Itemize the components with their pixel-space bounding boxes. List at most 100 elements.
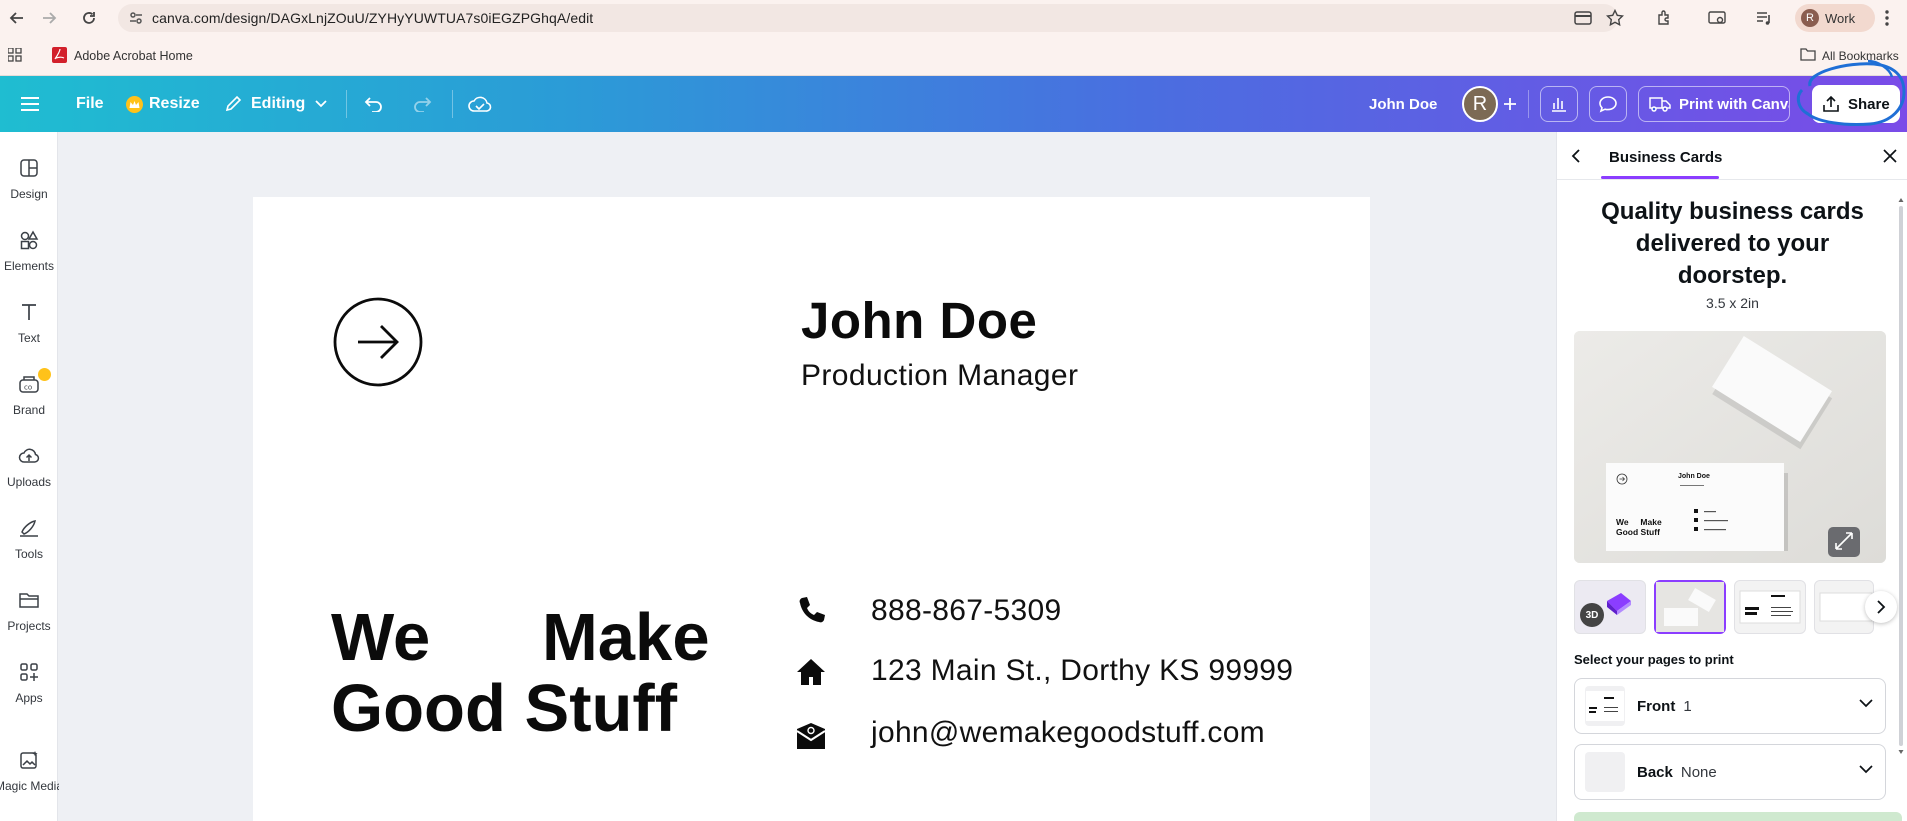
reload-icon[interactable] <box>78 7 100 29</box>
sidebar-label: Uploads <box>6 475 52 489</box>
url-text[interactable]: canva.com/design/DAGxLnjZOuU/ZYHyYUWTUA7… <box>152 10 593 26</box>
phone-icon[interactable] <box>795 595 827 627</box>
thumbnail-mockup[interactable] <box>1654 580 1726 634</box>
card-size: 3.5 x 2in <box>1706 295 1759 311</box>
sidebar-label: Tools <box>14 547 43 561</box>
bookmark-acrobat[interactable]: Adobe Acrobat Home <box>74 49 193 63</box>
extensions-icon[interactable] <box>1656 9 1674 27</box>
chevron-down-icon <box>315 100 327 108</box>
close-icon[interactable] <box>1883 149 1897 163</box>
site-settings-icon[interactable] <box>128 10 144 26</box>
bookmarks-bar: Adobe Acrobat Home All Bookmarks <box>0 36 1907 76</box>
page-value-back: None <box>1680 763 1717 781</box>
sidebar-item-text[interactable]: Text <box>0 300 58 364</box>
profile-avatar: R <box>1801 9 1819 27</box>
back-icon[interactable] <box>6 7 28 29</box>
sidebar-item-elements[interactable]: Elements <box>0 228 58 292</box>
sidebar-item-apps[interactable]: Apps <box>0 660 58 724</box>
sidebar-item-brand[interactable]: co Brand <box>0 368 58 436</box>
sidebar-item-uploads[interactable]: Uploads <box>0 444 58 508</box>
thumbnail-front[interactable] <box>1734 580 1806 634</box>
sidebar-item-design[interactable]: Design <box>0 156 58 220</box>
redo-icon[interactable] <box>412 76 432 132</box>
cloud-saved-icon[interactable] <box>468 76 492 132</box>
design-icon <box>17 156 41 180</box>
mock-card-name: John Doe <box>1678 473 1710 480</box>
card-slogan-line2[interactable]: Good Stuff <box>331 675 677 742</box>
forward-icon[interactable] <box>38 7 60 29</box>
circle-arrow-icon[interactable] <box>333 297 423 387</box>
design-title[interactable]: John Doe <box>1369 76 1437 132</box>
crown-icon <box>126 95 143 113</box>
avatar[interactable]: R <box>1462 86 1498 122</box>
sidebar-label: Brand <box>12 403 46 417</box>
add-collaborator-icon[interactable] <box>1502 76 1518 132</box>
browser-toolbar: canva.com/design/DAGxLnjZOuU/ZYHyYUWTUA7… <box>0 0 1907 36</box>
file-menu[interactable]: File <box>76 76 104 132</box>
acrobat-icon <box>52 47 67 63</box>
editing-label: Editing <box>251 95 306 112</box>
promo-line-2: delivered to your <box>1635 230 1830 257</box>
premium-badge <box>38 368 51 381</box>
print-label: Print with Canva <box>1679 95 1790 113</box>
card-address[interactable]: 123 Main St., Dorthy KS 99999 <box>871 654 1293 688</box>
toolbar-divider <box>346 90 347 118</box>
page-select-back[interactable]: Back None <box>1574 744 1886 800</box>
share-button[interactable]: Share <box>1812 85 1900 123</box>
mock-card-slogan-2: Good Stuff <box>1616 527 1660 537</box>
thumbnail-3d[interactable]: 3D <box>1574 580 1646 634</box>
truck-icon <box>1649 96 1671 112</box>
pencil-icon <box>224 95 242 113</box>
address-bar[interactable]: canva.com/design/DAGxLnjZOuU/ZYHyYUWTUA7… <box>118 4 1618 32</box>
thumbnails-next-button[interactable] <box>1865 591 1897 623</box>
toolbar-divider <box>1528 90 1529 118</box>
all-bookmarks[interactable]: All Bookmarks <box>1822 49 1899 63</box>
text-icon <box>17 300 41 324</box>
resize-button[interactable]: Resize <box>126 76 200 132</box>
front-page-thumbnail <box>1585 686 1625 726</box>
tab-business-cards[interactable]: Business Cards <box>1609 149 1722 166</box>
card-email[interactable]: john@wemakegoodstuff.com <box>871 716 1265 750</box>
sidebar-label: Magic Media <box>0 779 64 793</box>
main-menu-icon[interactable] <box>20 76 40 132</box>
cast-icon[interactable] <box>1707 9 1727 27</box>
sidebar-label: Text <box>17 331 40 345</box>
sidebar-item-tools[interactable]: Tools <box>0 516 58 580</box>
page-value-front: 1 <box>1683 697 1692 715</box>
card-name[interactable]: John Doe <box>801 291 1037 350</box>
card-phone[interactable]: 888-867-5309 <box>871 594 1061 628</box>
sidebar-item-projects[interactable]: Projects <box>0 588 58 652</box>
sidebar-item-magic-media[interactable]: Magic Media <box>0 748 63 812</box>
share-upload-icon <box>1822 95 1840 113</box>
apps-grid-icon[interactable] <box>8 48 22 62</box>
editing-mode-dropdown[interactable]: Editing <box>224 76 327 132</box>
card-payment-icon[interactable] <box>1574 10 1592 26</box>
undo-icon[interactable] <box>364 76 384 132</box>
select-pages-label: Select your pages to print <box>1574 652 1734 667</box>
bookmark-star-icon[interactable] <box>1606 9 1624 27</box>
chevron-right-icon <box>1877 600 1886 614</box>
product-preview: John Doe We Make Good Stuff <box>1574 331 1886 563</box>
editor-toolbar: File Resize Editing John Doe R Print wit… <box>0 76 1907 132</box>
folder-icon <box>1800 47 1816 61</box>
email-icon[interactable] <box>795 721 827 753</box>
promo-headline: Quality business cards delivered to your… <box>1557 196 1907 292</box>
home-icon[interactable] <box>795 656 827 688</box>
comments-icon[interactable] <box>1589 86 1627 122</box>
insights-icon[interactable] <box>1540 86 1578 122</box>
promo-line-1: Quality business cards <box>1601 198 1864 225</box>
media-queue-icon[interactable] <box>1755 9 1773 27</box>
page-name-front: Front <box>1637 697 1676 715</box>
browser-menu-icon[interactable] <box>1884 9 1890 27</box>
3d-cube-icon <box>1607 593 1631 615</box>
continue-button-partial[interactable] <box>1574 812 1902 821</box>
sidebar-label: Design <box>10 187 48 201</box>
back-chevron-icon[interactable] <box>1571 148 1581 164</box>
print-with-canva-button[interactable]: Print with Canva <box>1638 86 1790 122</box>
card-slogan-line1[interactable]: We Make <box>331 604 710 671</box>
profile-button[interactable]: R Work <box>1795 4 1875 32</box>
card-job-title[interactable]: Production Manager <box>801 359 1078 393</box>
toolbar-divider <box>452 90 453 118</box>
page-select-front[interactable]: Front 1 <box>1574 678 1886 734</box>
panel-scrollbar[interactable] <box>1898 196 1904 756</box>
